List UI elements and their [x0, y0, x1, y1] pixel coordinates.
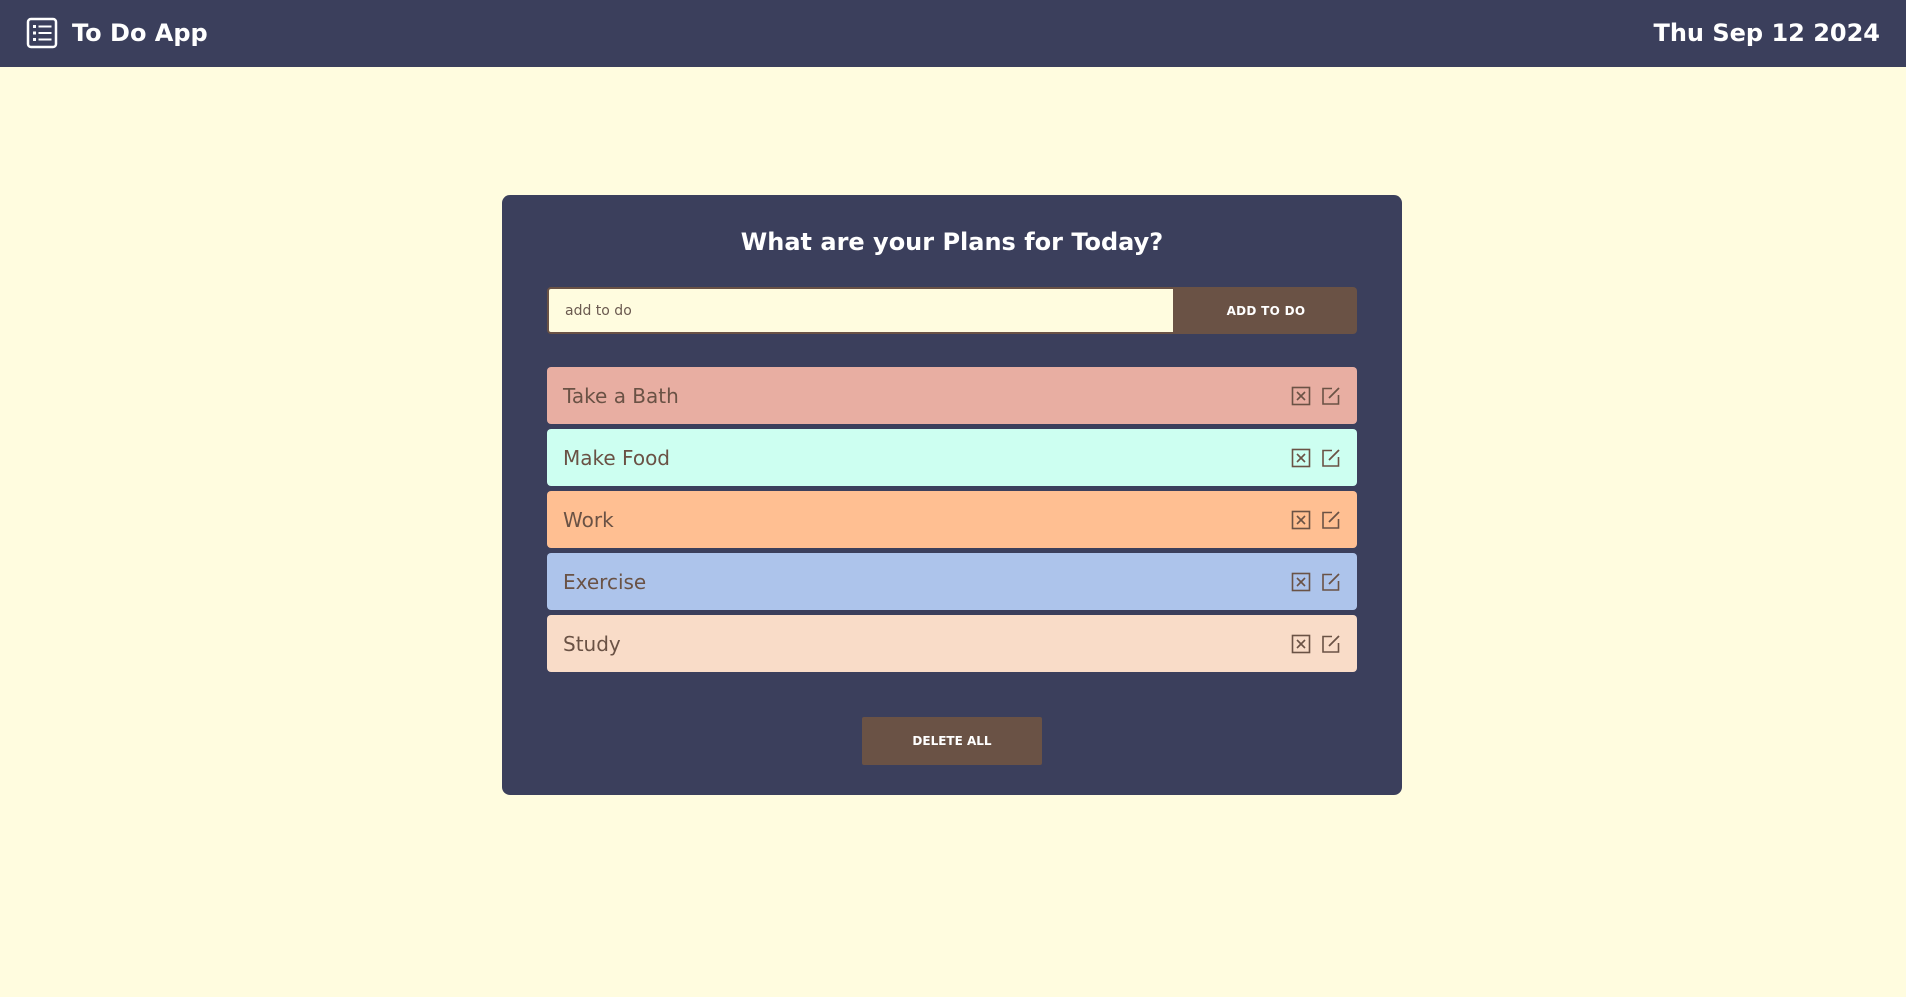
todo-label: Study: [563, 631, 621, 656]
delete-x-icon[interactable]: [1291, 634, 1311, 654]
todo-label: Exercise: [563, 569, 647, 594]
delete-x-icon[interactable]: [1291, 572, 1311, 592]
app-title: To Do App: [72, 19, 208, 47]
todo-item: Exercise: [547, 553, 1357, 610]
delete-all-button[interactable]: DELETE ALL: [862, 717, 1042, 765]
edit-icon[interactable]: [1321, 634, 1341, 654]
edit-icon[interactable]: [1321, 572, 1341, 592]
todo-actions: [1291, 572, 1341, 592]
delete-x-icon[interactable]: [1291, 386, 1311, 406]
delete-x-icon[interactable]: [1291, 448, 1311, 468]
todo-actions: [1291, 510, 1341, 530]
navbar: To Do App Thu Sep 12 2024: [0, 0, 1906, 67]
todo-label: Take a Bath: [563, 383, 679, 408]
list-icon: [26, 17, 58, 49]
todo-actions: [1291, 634, 1341, 654]
todo-item: Make Food: [547, 429, 1357, 486]
edit-icon[interactable]: [1321, 510, 1341, 530]
current-date: Thu Sep 12 2024: [1653, 19, 1880, 47]
edit-icon[interactable]: [1321, 448, 1341, 468]
edit-icon[interactable]: [1321, 386, 1341, 406]
todo-card: What are your Plans for Today? ADD TO DO…: [502, 195, 1402, 795]
card-heading: What are your Plans for Today?: [740, 228, 1164, 256]
todo-actions: [1291, 448, 1341, 468]
add-todo-form: ADD TO DO: [547, 287, 1357, 334]
todo-item: Work: [547, 491, 1357, 548]
todo-label: Make Food: [563, 445, 671, 470]
add-todo-input[interactable]: [547, 287, 1175, 334]
brand[interactable]: To Do App: [26, 17, 208, 49]
todo-item: Study: [547, 615, 1357, 672]
todo-item: Take a Bath: [547, 367, 1357, 424]
todo-actions: [1291, 386, 1341, 406]
delete-x-icon[interactable]: [1291, 510, 1311, 530]
add-todo-button[interactable]: ADD TO DO: [1175, 287, 1357, 334]
todo-label: Work: [563, 507, 614, 532]
todo-list: Take a Bath Make Food Work Exercise Study: [547, 367, 1357, 677]
